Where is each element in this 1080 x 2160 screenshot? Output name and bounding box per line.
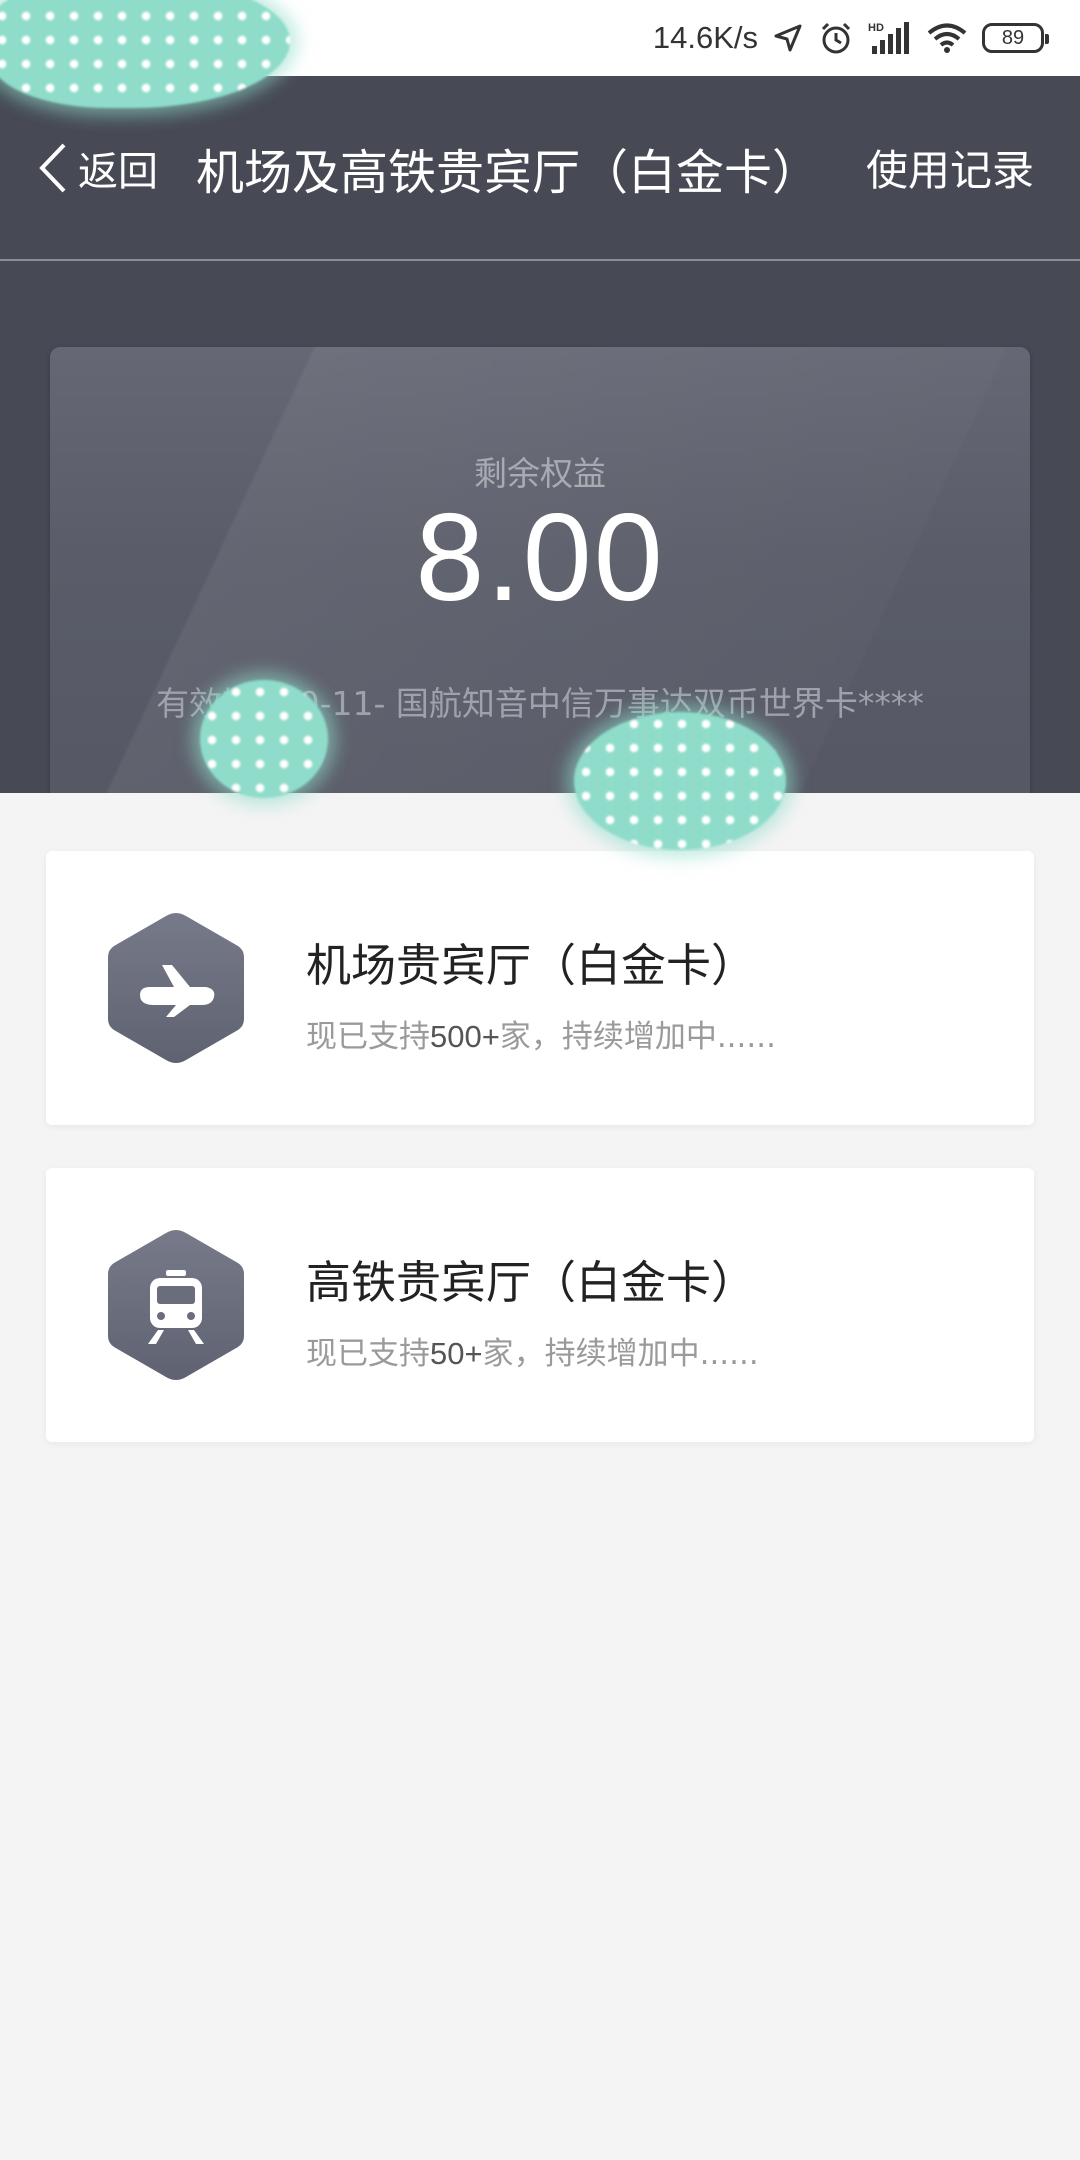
network-speed: 14.6K/s xyxy=(652,20,758,55)
subtitle-number: 500+ xyxy=(430,1019,500,1054)
service-item-train-lounge[interactable]: 高铁贵宾厅（白金卡） 现已支持50+家，持续增加中...... xyxy=(46,1168,1034,1442)
benefit-card: 剩余权益 8.00 有效期至 0-11- 国航知音中信万事达双币世界卡**** xyxy=(50,347,1030,793)
subtitle-prefix: 现已支持 xyxy=(306,1336,430,1372)
service-subtitle: 现已支持500+家，持续增加中...... xyxy=(306,1011,776,1056)
battery-level: 89 xyxy=(1001,26,1025,49)
subtitle-prefix: 现已支持 xyxy=(306,1019,430,1055)
decorative-dot-pattern xyxy=(200,680,328,798)
location-arrow-icon xyxy=(774,24,802,52)
service-title: 高铁贵宾厅（白金卡） xyxy=(306,1256,757,1309)
back-label: 返回 xyxy=(78,148,158,195)
service-title: 机场贵宾厅（白金卡） xyxy=(306,939,757,992)
train-icon xyxy=(108,1230,244,1380)
status-icons: 14.6K/s HD 89 xyxy=(652,14,1049,62)
svg-text:HD: HD xyxy=(868,22,884,34)
subtitle-number: 50+ xyxy=(430,1336,483,1371)
alarm-icon xyxy=(821,22,851,54)
battery-icon: 89 xyxy=(982,23,1049,53)
subtitle-suffix: 家，持续增加中...... xyxy=(499,1019,776,1055)
usage-records-button[interactable]: 使用记录 xyxy=(866,76,1034,259)
subtitle-suffix: 家，持续增加中...... xyxy=(482,1336,759,1372)
remaining-benefit-value: 8.00 xyxy=(415,489,665,627)
decorative-dot-pattern xyxy=(574,712,786,850)
card-validity-info: 有效期至 0-11- 国航知音中信万事达双币世界卡**** xyxy=(156,684,924,723)
service-item-airport-lounge[interactable]: 机场贵宾厅（白金卡） 现已支持500+家，持续增加中...... xyxy=(46,851,1034,1125)
service-subtitle: 现已支持50+家，持续增加中...... xyxy=(306,1328,759,1373)
page-title: 机场及高铁贵宾厅（白金卡） xyxy=(196,144,816,201)
wifi-icon xyxy=(927,23,967,53)
airplane-icon xyxy=(108,913,244,1063)
benefit-section: 剩余权益 8.00 有效期至 0-11- 国航知音中信万事达双币世界卡**** xyxy=(0,261,1080,793)
chevron-left-icon xyxy=(39,143,66,192)
hd-signal-icon: HD xyxy=(868,22,909,54)
